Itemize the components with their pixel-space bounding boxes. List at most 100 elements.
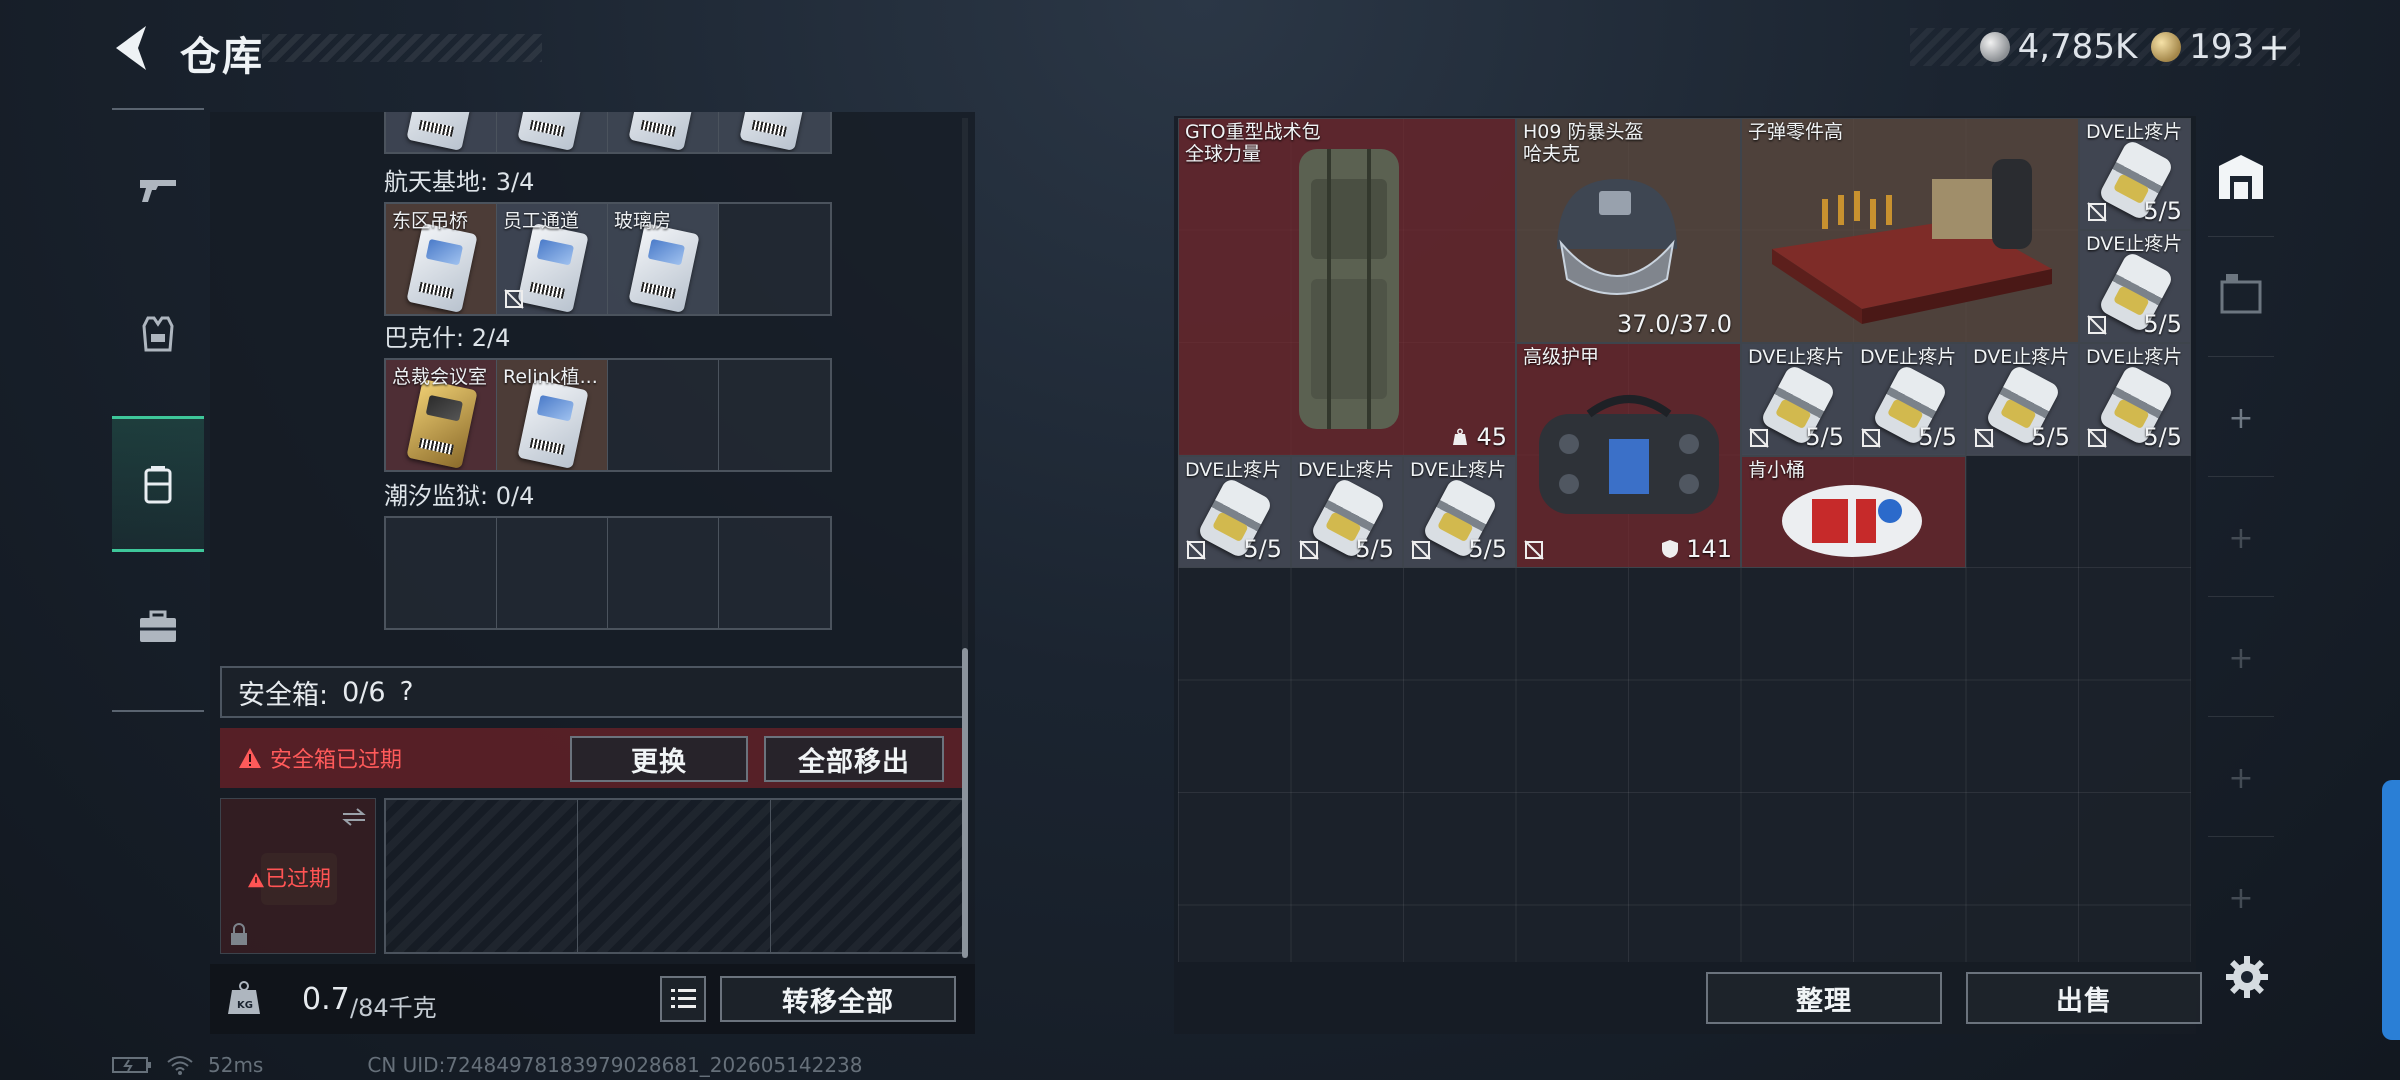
safe-box-cell [771,800,962,952]
safe-box-slot[interactable]: 已过期 [220,798,376,954]
expired-warning-text: 安全箱已过期 [270,748,403,773]
container-rail: + + + + + [2200,118,2280,918]
wifi-icon [167,1056,193,1075]
stash-item-painkiller[interactable]: DVE止疼片 5/5 [1291,456,1403,568]
no-trade-icon [1299,540,1319,560]
keycard-slot-empty [386,518,497,628]
keycard-slot[interactable] [719,112,830,152]
add-container-button[interactable]: + [2226,404,2256,434]
helmet-icon [1557,179,1677,295]
category-case[interactable] [112,580,204,676]
safe-box-grid [384,798,964,954]
back-arrow-icon[interactable] [108,22,158,74]
remove-all-button[interactable]: 全部移出 [764,736,944,782]
sort-button[interactable]: 整理 [1706,972,1942,1024]
keycard-slot[interactable]: 玻璃房 [608,204,719,314]
stash-item-painkiller[interactable]: DVE止疼片 5/5 [1403,456,1516,568]
no-trade-icon [504,289,524,309]
section-label-space-base: 航天基地: 3/4 [384,168,535,196]
category-backpack[interactable] [112,416,204,552]
keycard-slot[interactable] [386,112,497,152]
item-capacity: 45 [1451,423,1507,451]
item-uses: 5/5 [2143,423,2182,451]
shield-icon [1661,540,1678,558]
battery-icon [112,1057,151,1073]
kfc-bucket-icon [1782,485,1922,557]
divider [2208,356,2274,357]
item-name: DVE止疼片 [1973,346,2070,368]
safe-box-label: 安全箱: [238,679,329,711]
item-name: DVE止疼片 [1860,346,1957,368]
keycard-slot-empty [608,360,719,470]
keycard-slot[interactable]: 员工通道 [497,204,608,314]
divider [2208,476,2274,477]
status-bar: 52ms CN UID:7248497818397902868​1_202605… [112,1052,863,1078]
slot-expired-label: 已过期 [247,861,331,893]
warehouse-icon[interactable] [2216,152,2266,202]
keycard-slot[interactable]: 总裁会议室 [386,360,497,470]
add-currency-button[interactable]: + [2258,25,2290,69]
stash-item-painkiller[interactable]: DVE止疼片 5/5 [2079,118,2191,230]
stash-item-ammo-crate[interactable]: 子弹零件高 [1741,118,2079,343]
storage-box-icon[interactable] [2216,268,2266,318]
help-icon[interactable]: ? [400,677,414,707]
backpack-icon [144,466,172,504]
category-equipment[interactable] [112,286,204,382]
gold-currency[interactable]: 193 + [2151,25,2290,69]
add-container-button[interactable]: + [2226,764,2256,794]
category-weapons[interactable] [112,140,204,236]
list-icon [671,989,696,1008]
item-name: H09 防暴头盔 哈夫克 [1523,121,1644,165]
item-durability: 37.0/37.0 [1617,310,1732,338]
keycard-list[interactable]: 航天基地: 3/4 东区吊桥 员工通道 玻璃房 巴克什: 2/4 总裁会议室 R… [210,112,975,652]
divider [2208,836,2274,837]
stash-item-helmet[interactable]: H09 防暴头盔 哈夫克 37.0/37.0 [1516,118,1741,343]
no-trade-icon [1411,540,1431,560]
silver-currency: 4,785K [1979,27,2137,67]
sell-button[interactable]: 出售 [1966,972,2202,1024]
keycard-slot[interactable] [497,112,608,152]
keycard-panel: 航天基地: 3/4 东区吊桥 员工通道 玻璃房 巴克什: 2/4 总裁会议室 R… [210,112,975,1034]
stash-item-painkiller[interactable]: DVE止疼片 5/5 [2079,343,2191,456]
no-trade-icon [1749,428,1769,448]
briefcase-icon [140,610,176,642]
stash-item-painkiller[interactable]: DVE止疼片 5/5 [1178,456,1291,568]
item-name: GTO重型战术包 全球力量 [1185,121,1321,165]
add-container-button[interactable]: + [2226,524,2256,554]
keycard-grid-space-base: 东区吊桥 员工通道 玻璃房 [384,202,832,316]
no-trade-icon [1186,540,1206,560]
stash-item-painkiller[interactable]: DVE止疼片 5/5 [1741,343,1853,456]
stash-item-painkiller[interactable]: DVE止疼片 5/5 [1966,343,2079,456]
silver-coin-icon [1979,32,2010,62]
stash-grid[interactable]: GTO重型战术包 全球力量 45 H09 防暴头盔 哈夫克 37.0/37.0 [1178,118,2191,962]
keycard-slot-empty [608,518,719,628]
left-scrollbar[interactable] [962,648,968,958]
item-durability: 141 [1661,535,1732,563]
settings-gear-icon[interactable] [2224,954,2270,1000]
armor-vest-icon [142,316,174,352]
stash-item-armor[interactable]: 高级护甲 141 [1516,343,1741,568]
transfer-all-button[interactable]: 转移全部 [720,976,956,1022]
item-name: DVE止疼片 [1748,346,1845,368]
stash-item-painkiller[interactable]: DVE止疼片 5/5 [1853,343,1966,456]
item-name: 肯小桶 [1748,459,1806,481]
side-drawer-tab[interactable] [2382,780,2400,1040]
item-name: DVE止疼片 [2086,121,2183,143]
stash-item-painkiller[interactable]: DVE止疼片 5/5 [2079,230,2191,343]
weight-bar: KG 0.7 /84千克 转移全部 [210,964,975,1034]
list-view-button[interactable] [660,976,706,1022]
weight-max: /84千克 [350,994,437,1022]
keycard-name: 东区吊桥 [392,210,469,232]
replace-button[interactable]: 更换 [570,736,748,782]
stash-item-backpack[interactable]: GTO重型战术包 全球力量 45 [1178,118,1516,456]
keycard-slot[interactable]: Relink植... [497,360,608,470]
armor-bag-icon [1539,395,1719,514]
keycard-slot[interactable] [608,112,719,152]
add-container-button[interactable]: + [2226,644,2256,674]
swap-icon[interactable] [341,807,367,827]
ammo-crate-icon [1772,159,2052,324]
add-container-button[interactable]: + [2226,884,2256,914]
keycard-slot[interactable]: 东区吊桥 [386,204,497,314]
keycard-grid-bakhsh: 总裁会议室 Relink植... [384,358,832,472]
stash-item-kfc-bucket[interactable]: 肯小桶 [1741,456,1966,568]
